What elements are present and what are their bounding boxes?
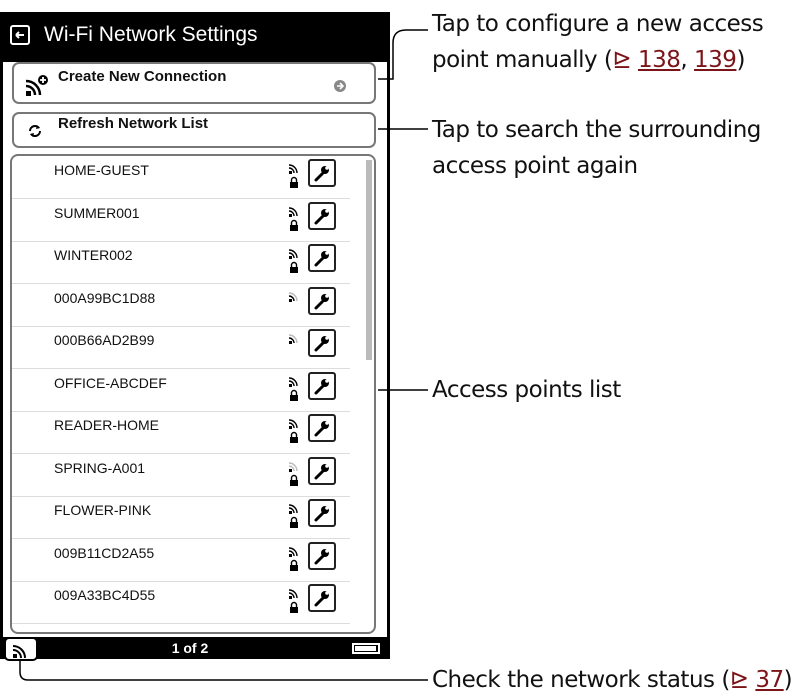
create-callout: Tap to configure a new access point manu…	[432, 6, 764, 78]
arrow-right-icon	[334, 80, 346, 92]
status-callout: Check the network status (⊵ 37)	[432, 662, 793, 698]
network-row[interactable]: 009A33BC4D55	[12, 581, 350, 624]
wrench-icon	[314, 208, 329, 224]
refresh-callout-line2: access point again	[432, 153, 638, 179]
refresh-network-list-label: Refresh Network List	[58, 115, 209, 132]
refresh-network-list-button[interactable]: Refresh Network List	[12, 112, 376, 148]
network-name: 009A33BC4D55	[54, 587, 156, 603]
status-callout-prefix: Check the network status (	[432, 667, 730, 693]
network-settings-button[interactable]	[308, 541, 336, 570]
close-paren: )	[783, 667, 793, 693]
network-row[interactable]: WINTER002	[12, 241, 350, 284]
create-callout-line1: Tap to configure a new access	[432, 11, 764, 37]
battery-icon	[352, 643, 380, 654]
network-name: 009B11CD2A55	[54, 544, 155, 561]
network-row[interactable]: FLOWER-PINK	[12, 496, 350, 539]
page-ref-link-37[interactable]: 37	[755, 667, 784, 693]
network-settings-button[interactable]	[308, 159, 336, 187]
network-settings-button[interactable]	[308, 286, 336, 315]
network-row[interactable]: 000A99BC1D88	[12, 284, 350, 327]
network-settings-button[interactable]	[308, 414, 336, 442]
create-callout-line2: point manually (⊵ 138, 139)	[432, 42, 763, 78]
close-paren: )	[736, 47, 745, 73]
network-name: HOME-GUEST	[54, 162, 149, 178]
status-bar: 1 of 2	[0, 637, 390, 659]
wrench-icon	[314, 548, 329, 564]
network-name: SUMMER001	[54, 204, 140, 221]
refresh-callout: Tap to search the surrounding access poi…	[432, 112, 761, 184]
list-callout: Access points list	[432, 377, 621, 403]
signal-lock-icon	[288, 461, 298, 486]
create-new-connection-label: Create New Connection	[58, 68, 227, 85]
signal-lock-icon	[288, 164, 298, 188]
network-settings-button[interactable]	[308, 201, 336, 230]
network-name: 000B66AD2B99	[54, 332, 155, 348]
network-name: SPRING-A001	[54, 459, 146, 476]
network-row[interactable]: SUMMER001	[12, 199, 350, 242]
page-ref-icon: ⊵	[729, 667, 749, 693]
wrench-icon	[314, 591, 329, 607]
network-settings-button[interactable]	[308, 371, 336, 400]
network-settings-button[interactable]	[308, 499, 336, 527]
new-connection-icon	[25, 75, 48, 96]
network-name: READER-HOME	[54, 417, 160, 433]
wrench-icon	[314, 293, 329, 309]
network-status-button[interactable]	[4, 637, 38, 661]
network-name: WINTER002	[54, 247, 133, 263]
list-scrollbar[interactable]	[366, 160, 372, 360]
refresh-callout-line1: Tap to search the surrounding	[432, 117, 761, 143]
create-callout-prefix: point manually (	[432, 47, 613, 73]
wrench-icon	[314, 506, 329, 522]
page-ref-link-138[interactable]: 138	[638, 47, 681, 73]
network-row[interactable]: OFFICE-ABCDEF	[12, 369, 350, 412]
create-new-connection-button[interactable]: Create New Connection	[12, 62, 376, 104]
wrench-icon	[314, 251, 329, 267]
signal-lock-icon	[288, 376, 298, 401]
ereader-screen: Wi-Fi Network Settings Create New Connec…	[0, 0, 390, 665]
ref-separator: ,	[680, 47, 695, 73]
signal-lock-icon	[288, 206, 298, 231]
signal-lock-icon	[288, 546, 298, 571]
page-title: Wi-Fi Network Settings	[44, 23, 258, 46]
signal-lock-icon	[288, 419, 298, 443]
signal-lock-icon	[288, 334, 298, 344]
network-row[interactable]: HOME-GUEST	[12, 156, 350, 199]
signal-lock-icon	[288, 504, 298, 528]
network-settings-button[interactable]	[308, 244, 336, 272]
wrench-icon	[314, 336, 329, 352]
wrench-icon	[314, 463, 329, 479]
network-name: OFFICE-ABCDEF	[54, 374, 167, 391]
network-name: 000A99BC1D88	[54, 289, 156, 306]
network-row[interactable]: READER-HOME	[12, 411, 350, 454]
back-icon[interactable]	[10, 25, 30, 45]
network-row[interactable]: 000B66AD2B99	[12, 326, 350, 369]
network-row[interactable]: SPRING-A001	[12, 454, 350, 497]
wrench-icon	[314, 421, 329, 437]
network-name: FLOWER-PINK	[54, 502, 152, 518]
signal-lock-icon	[288, 249, 298, 273]
page-ref-icon: ⊵	[612, 47, 632, 73]
network-settings-button[interactable]	[308, 329, 336, 357]
wrench-icon	[314, 166, 329, 182]
network-settings-button[interactable]	[308, 584, 336, 612]
title-bar: Wi-Fi Network Settings	[0, 12, 390, 62]
network-row[interactable]: 009B11CD2A55	[12, 539, 350, 582]
page-indicator: 1 of 2	[171, 640, 209, 656]
signal-lock-icon	[288, 291, 298, 302]
refresh-icon	[29, 125, 41, 137]
wrench-icon	[314, 378, 329, 394]
wifi-status-icon	[12, 645, 26, 659]
page-ref-link-139[interactable]: 139	[694, 47, 737, 73]
network-settings-button[interactable]	[308, 456, 336, 485]
signal-lock-icon	[288, 589, 298, 613]
